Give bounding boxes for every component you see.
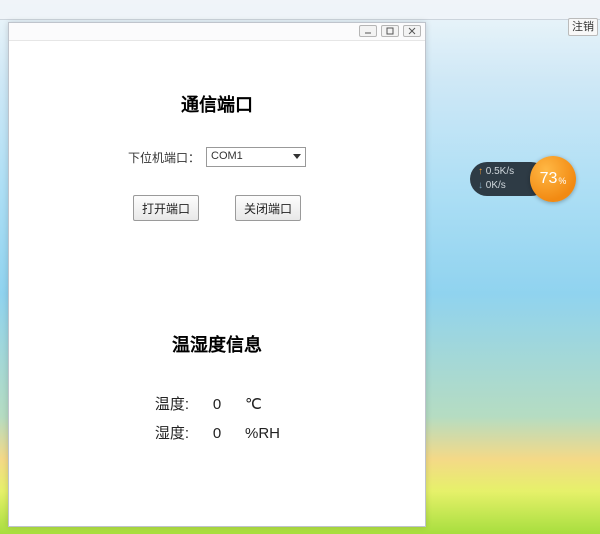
minimize-icon [364,28,372,34]
port-button-row: 打开端口 关闭端口 [19,195,415,221]
app-body: 通信端口 下位机端口： COM1 打开端口 关闭端口 温湿度信息 温度: 0 ℃ [9,41,425,526]
humidity-row: 湿度: 0 %RH [19,422,415,443]
usage-circle[interactable]: 73 % [530,156,576,202]
sensor-section-title: 温湿度信息 [19,331,415,357]
humidity-value: 0 [207,425,227,442]
open-port-button[interactable]: 打开端口 [133,195,199,221]
maximize-button[interactable] [381,25,399,37]
close-port-button[interactable]: 关闭端口 [235,195,301,221]
port-row: 下位机端口： COM1 [19,147,415,167]
port-combobox[interactable]: COM1 [206,147,306,167]
temperature-label: 温度: [139,393,189,414]
comm-section-title: 通信端口 [19,91,415,117]
chevron-down-icon [293,154,301,159]
close-button[interactable] [403,25,421,37]
window-titlebar[interactable] [9,23,425,41]
maximize-icon [386,27,394,35]
system-topbar: 注销 [0,0,600,20]
window-controls [359,25,421,37]
network-widget[interactable]: 0.5K/s 0K/s 73 % [470,158,580,200]
humidity-label: 湿度: [139,422,189,443]
readings: 温度: 0 ℃ 湿度: 0 %RH [19,393,415,443]
close-icon [408,27,416,35]
humidity-unit: %RH [245,425,295,442]
temperature-unit: ℃ [245,395,295,413]
percent-icon: % [558,176,566,186]
logout-button[interactable]: 注销 [568,18,598,36]
desktop-background: 注销 通信端口 下位机端口： COM1 [0,0,600,534]
temperature-value: 0 [207,396,227,413]
temperature-row: 温度: 0 ℃ [19,393,415,414]
usage-percent: 73 [540,170,558,188]
app-window: 通信端口 下位机端口： COM1 打开端口 关闭端口 温湿度信息 温度: 0 ℃ [8,22,426,527]
minimize-button[interactable] [359,25,377,37]
port-label: 下位机端口： [128,149,200,166]
port-value: COM1 [211,150,243,162]
